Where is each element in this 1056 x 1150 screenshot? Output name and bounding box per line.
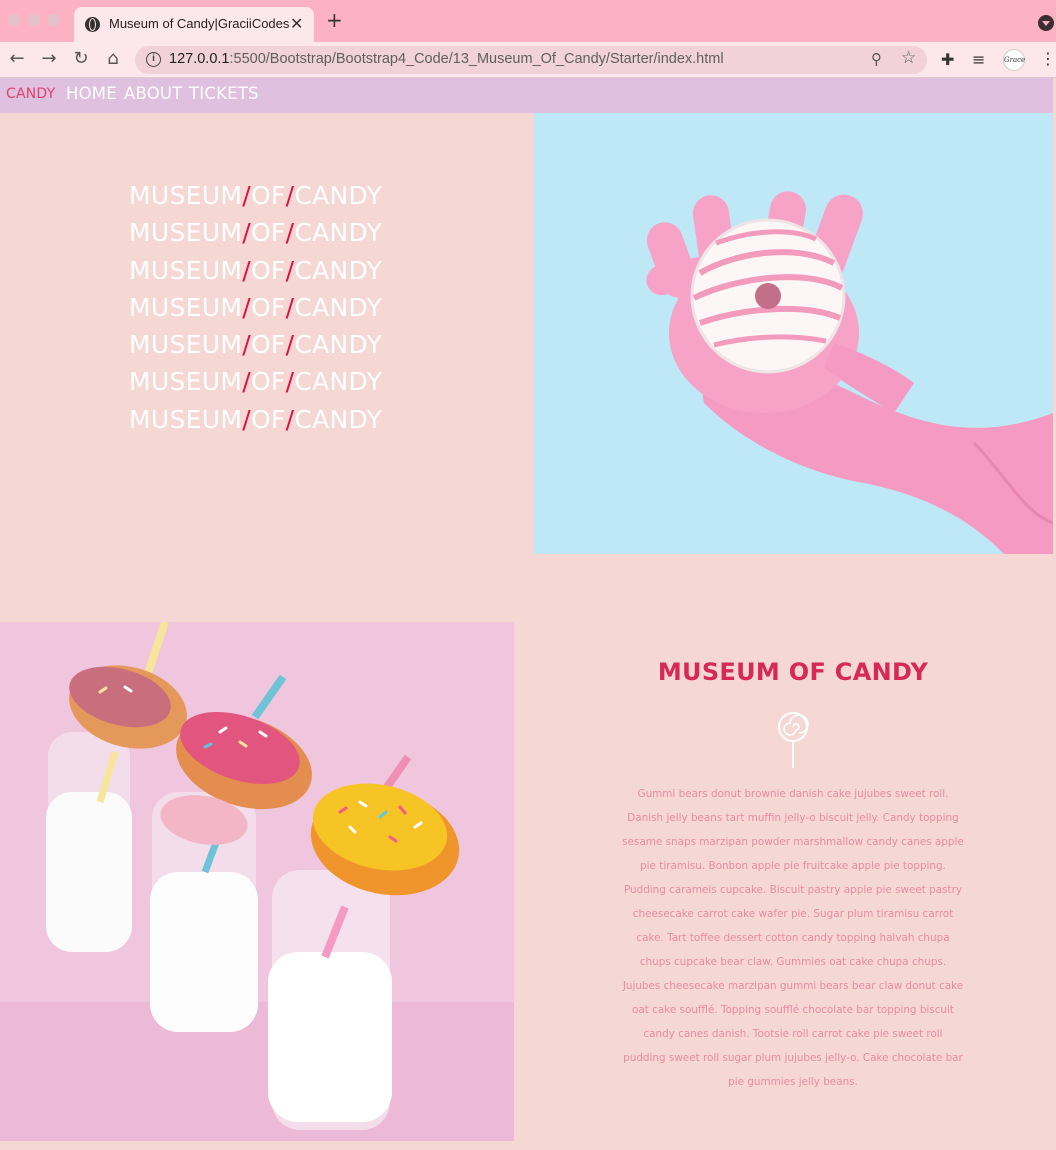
- back-arrow-icon[interactable]: ←: [6, 48, 28, 70]
- nav-link-tickets[interactable]: TICKETS: [189, 84, 259, 103]
- about-section: MUSEUM OF CANDY Gummi bears donut browni…: [514, 622, 1056, 1141]
- hero-title-line: MUSEUM/OF/CANDY: [129, 181, 383, 210]
- browser-tab-active[interactable]: Museum of Candy|GraciiCodes ✕: [74, 7, 314, 42]
- browser-menu-icon[interactable]: ⋮: [1040, 49, 1056, 69]
- forward-arrow-icon[interactable]: →: [38, 48, 60, 70]
- hero-title-block: MUSEUM/OF/CANDY MUSEUM/OF/CANDY MUSEUM/O…: [0, 113, 534, 554]
- hero-title-line: MUSEUM/OF/CANDY: [129, 330, 383, 359]
- site-info-icon[interactable]: i: [146, 52, 161, 67]
- tab-search-icon[interactable]: [1038, 15, 1054, 31]
- nav-link-home[interactable]: HOME: [66, 84, 117, 103]
- donut-glove-illustration: [646, 191, 1053, 554]
- extensions-puzzle-icon[interactable]: ✚: [941, 50, 954, 69]
- close-tab-icon[interactable]: ✕: [290, 14, 303, 33]
- navbar-brand[interactable]: CANDY: [6, 86, 55, 102]
- about-paragraph: Gummi bears donut brownie danish cake ju…: [622, 788, 964, 1088]
- tab-title: Museum of Candy|GraciiCodes: [109, 16, 290, 31]
- globe-icon: [85, 17, 100, 32]
- milk-donuts-illustration: [0, 622, 514, 1141]
- lollipop-icon: [778, 712, 809, 768]
- browser-toolbar: ← → ↻ ⌂ i 127.0.0.1:5500/Bootstrap/Boots…: [0, 42, 1056, 78]
- donut-glove-photo: [534, 113, 1053, 554]
- url-text: 127.0.0.1:5500/Bootstrap/Bootstrap4_Code…: [169, 51, 724, 67]
- hero-title-line: MUSEUM/OF/CANDY: [129, 293, 383, 322]
- site-navbar: CANDY HOME ABOUT TICKETS: [0, 78, 1053, 113]
- hero-title-line: MUSEUM/OF/CANDY: [129, 256, 383, 285]
- home-icon[interactable]: ⌂: [102, 48, 124, 70]
- hero-title-line: MUSEUM/OF/CANDY: [129, 218, 383, 247]
- nav-link-about[interactable]: ABOUT: [124, 84, 182, 103]
- window-zoom-dot[interactable]: [48, 14, 60, 26]
- hero-title-line: MUSEUM/OF/CANDY: [129, 405, 383, 434]
- new-tab-button[interactable]: +: [326, 10, 343, 30]
- media-queue-icon[interactable]: ≡: [972, 50, 985, 69]
- window-minimize-dot[interactable]: [28, 14, 40, 26]
- reload-icon[interactable]: ↻: [70, 48, 92, 70]
- bookmark-star-icon[interactable]: ☆: [901, 48, 916, 68]
- milk-donuts-photo: [0, 622, 514, 1141]
- profile-avatar[interactable]: Grace: [1003, 49, 1025, 71]
- hero-title-line: MUSEUM/OF/CANDY: [129, 367, 383, 396]
- about-title: MUSEUM OF CANDY: [657, 658, 929, 686]
- browser-tab-strip: Museum of Candy|GraciiCodes ✕ +: [0, 0, 1056, 42]
- address-bar[interactable]: i 127.0.0.1:5500/Bootstrap/Bootstrap4_Co…: [135, 46, 927, 74]
- zoom-icon[interactable]: ⚲: [871, 50, 882, 68]
- window-close-dot[interactable]: [8, 14, 20, 26]
